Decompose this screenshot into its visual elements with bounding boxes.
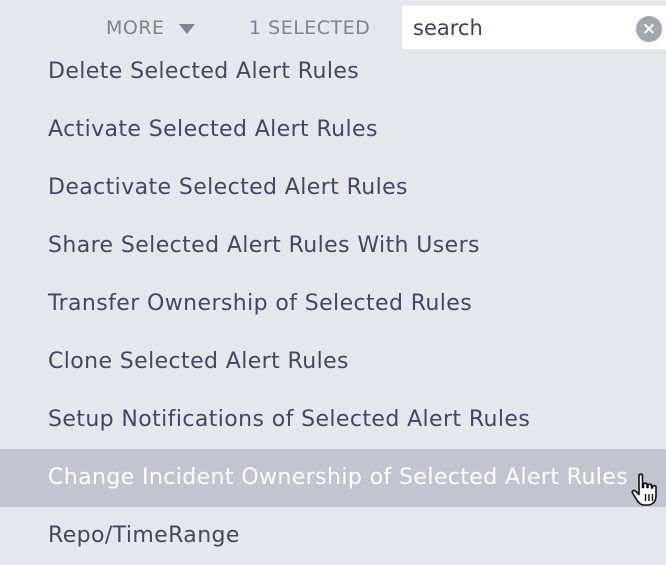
more-actions-menu: Delete Selected Alert Rules Activate Sel…: [0, 43, 666, 565]
selected-count-label: 1 SELECTED: [249, 17, 371, 39]
clear-icon[interactable]: ×: [636, 16, 662, 42]
menu-item-setup-notifications[interactable]: Setup Notifications of Selected Alert Ru…: [0, 391, 666, 449]
menu-item-clone-selected-alert-rules[interactable]: Clone Selected Alert Rules: [0, 333, 666, 391]
hand-pointer-icon: [631, 473, 657, 506]
menu-item-deactivate-selected-alert-rules[interactable]: Deactivate Selected Alert Rules: [0, 159, 666, 217]
more-dropdown-button[interactable]: MORE: [106, 14, 195, 42]
menu-item-transfer-ownership[interactable]: Transfer Ownership of Selected Rules: [0, 275, 666, 333]
caret-down-icon: [178, 23, 195, 34]
menu-item-delete-selected-alert-rules[interactable]: Delete Selected Alert Rules: [0, 43, 666, 101]
menu-item-change-incident-ownership[interactable]: Change Incident Ownership of Selected Al…: [0, 449, 666, 507]
menu-item-repo-timerange[interactable]: Repo/TimeRange: [0, 507, 666, 565]
more-label: MORE: [106, 17, 165, 39]
menu-item-share-selected-alert-rules[interactable]: Share Selected Alert Rules With Users: [0, 217, 666, 275]
menu-item-activate-selected-alert-rules[interactable]: Activate Selected Alert Rules: [0, 101, 666, 159]
